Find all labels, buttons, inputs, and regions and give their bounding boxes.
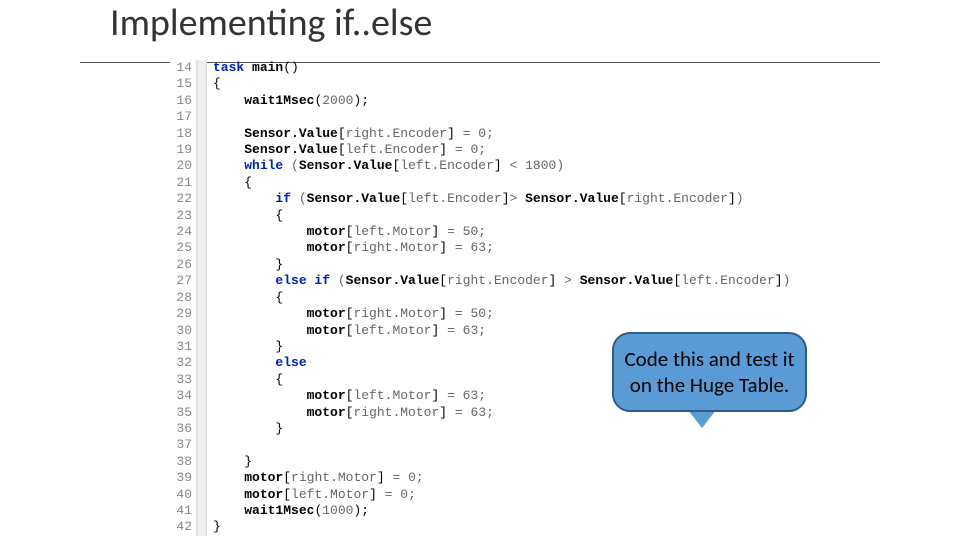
code-line: if (Sensor.Value[left.Encoder]> Sensor.V… bbox=[213, 191, 790, 207]
line-number: 37 bbox=[170, 437, 192, 453]
line-number: 32 bbox=[170, 355, 192, 371]
line-number: 22 bbox=[170, 191, 192, 207]
line-number-gutter: 1415161718192021222324252627282930313233… bbox=[170, 60, 198, 536]
code-line: { bbox=[213, 290, 790, 306]
line-number: 17 bbox=[170, 109, 192, 125]
line-number: 19 bbox=[170, 142, 192, 158]
line-number: 26 bbox=[170, 257, 192, 273]
line-number: 15 bbox=[170, 76, 192, 92]
code-line: motor[right.Motor] = 50; bbox=[213, 306, 790, 322]
code-line: motor[right.Motor] = 0; bbox=[213, 470, 790, 486]
code-line: { bbox=[213, 76, 790, 92]
callout-text: Code this and test it on the Huge Table. bbox=[622, 346, 797, 398]
line-number: 14 bbox=[170, 60, 192, 76]
code-line: motor[left.Motor] = 50; bbox=[213, 224, 790, 240]
code-line bbox=[213, 109, 790, 125]
line-number: 33 bbox=[170, 372, 192, 388]
code-editor: 1415161718192021222324252627282930313233… bbox=[170, 60, 790, 536]
line-number: 25 bbox=[170, 240, 192, 256]
line-number: 27 bbox=[170, 273, 192, 289]
line-number: 23 bbox=[170, 208, 192, 224]
callout-bubble: Code this and test it on the Huge Table. bbox=[612, 332, 807, 412]
line-number: 35 bbox=[170, 405, 192, 421]
line-number: 28 bbox=[170, 290, 192, 306]
line-number: 39 bbox=[170, 470, 192, 486]
line-number: 30 bbox=[170, 323, 192, 339]
line-number: 16 bbox=[170, 93, 192, 109]
code-line: Sensor.Value[right.Encoder] = 0; bbox=[213, 126, 790, 142]
line-number: 24 bbox=[170, 224, 192, 240]
line-number: 20 bbox=[170, 158, 192, 174]
line-number: 41 bbox=[170, 503, 192, 519]
code-line: { bbox=[213, 175, 790, 191]
callout-tail bbox=[688, 410, 716, 428]
line-number: 38 bbox=[170, 454, 192, 470]
code-line: else if (Sensor.Value[right.Encoder] > S… bbox=[213, 273, 790, 289]
line-number: 34 bbox=[170, 388, 192, 404]
code-line: wait1Msec(1000); bbox=[213, 503, 790, 519]
line-number: 40 bbox=[170, 487, 192, 503]
code-line: motor[right.Motor] = 63; bbox=[213, 240, 790, 256]
line-number: 29 bbox=[170, 306, 192, 322]
marker-column bbox=[198, 60, 207, 536]
slide: Implementing if..else 141516171819202122… bbox=[0, 0, 960, 540]
code-line: while (Sensor.Value[left.Encoder] < 1800… bbox=[213, 158, 790, 174]
code-line: } bbox=[213, 454, 790, 470]
line-number: 42 bbox=[170, 519, 192, 535]
code-line: } bbox=[213, 257, 790, 273]
code-line: wait1Msec(2000); bbox=[213, 93, 790, 109]
line-number: 36 bbox=[170, 421, 192, 437]
code-line: { bbox=[213, 208, 790, 224]
line-number: 21 bbox=[170, 175, 192, 191]
code-line: motor[left.Motor] = 0; bbox=[213, 487, 790, 503]
code-line: Sensor.Value[left.Encoder] = 0; bbox=[213, 142, 790, 158]
code-line bbox=[213, 437, 790, 453]
line-number: 18 bbox=[170, 126, 192, 142]
source-code: task main(){ wait1Msec(2000); Sensor.Val… bbox=[207, 60, 790, 536]
code-line: task main() bbox=[213, 60, 790, 76]
code-line: } bbox=[213, 519, 790, 535]
slide-title: Implementing if..else bbox=[110, 0, 432, 46]
line-number: 31 bbox=[170, 339, 192, 355]
